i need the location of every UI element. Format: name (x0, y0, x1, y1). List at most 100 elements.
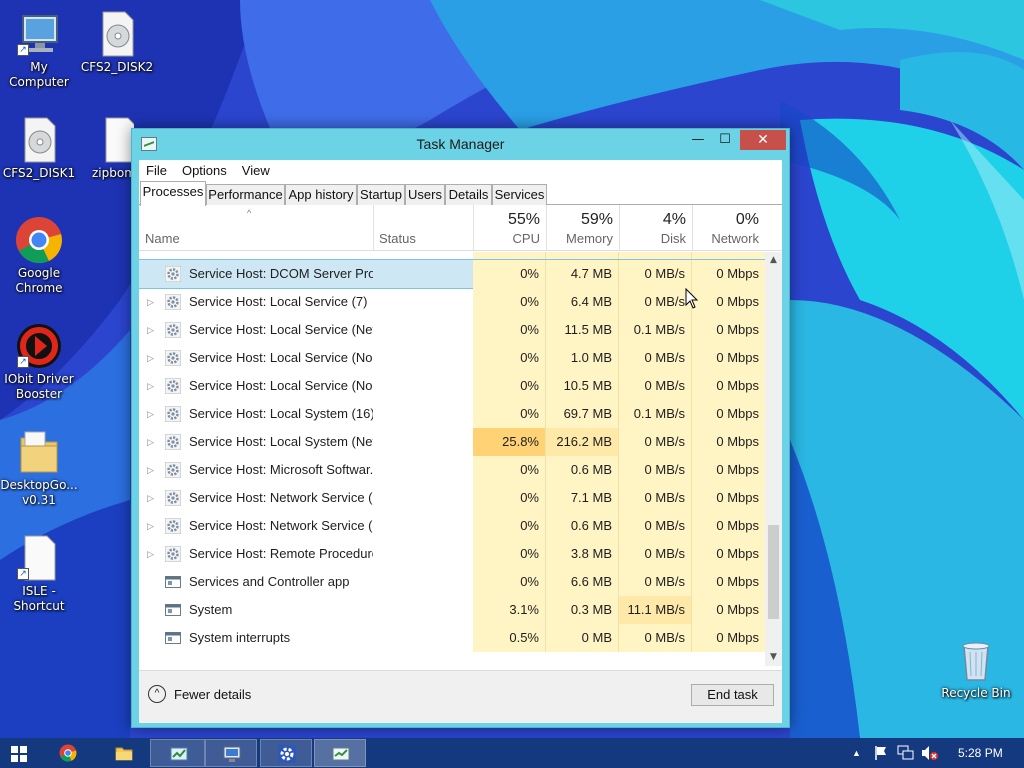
clock[interactable]: 5:28 PM (958, 738, 1008, 768)
table-row[interactable]: ▷ Service Host: Local System (Net... 25.8%… (139, 428, 765, 456)
taskbar-chrome[interactable] (40, 739, 95, 767)
column-memory[interactable]: 59% Memory (546, 205, 619, 251)
service-gear-icon (165, 546, 181, 562)
process-list[interactable]: ▷Service Host: DCOM Server Proc...0%4.7 … (139, 252, 765, 666)
process-network: 0 Mbps (692, 596, 765, 624)
process-disk: 0 MB/s (619, 568, 692, 596)
desktop-icon-zipbom[interactable]: zipbom (78, 116, 134, 181)
table-row[interactable]: ▷ Service Host: Local Service (No ... 0% 10… (139, 372, 765, 400)
process-network: 0 Mbps (692, 484, 765, 512)
taskbar-task-manager[interactable] (314, 739, 366, 767)
process-memory: 0.6 MB (546, 456, 619, 484)
column-disk[interactable]: 4% Disk (619, 205, 692, 251)
process-disk: 0 MB/s (619, 456, 692, 484)
table-row[interactable]: ▷ Service Host: Local Service (No I... 0% 1… (139, 344, 765, 372)
desktop-icon-desktopgo[interactable]: DesktopGo... v0.31 (0, 428, 78, 508)
task-manager-window[interactable]: Task Manager — ☐ ✕ File Options View Pro… (131, 128, 790, 728)
desktop-icon-iobit-driver-booster[interactable]: ↗ IObit Driver Booster (0, 322, 78, 402)
desktop-icon-label: Google Chrome (15, 266, 63, 295)
table-row[interactable]: ▷ Service Host: Local Service (7) 0% 6.4 MB… (139, 288, 765, 316)
menu-view[interactable]: View (242, 163, 270, 178)
process-disk: 0 MB/s (619, 288, 692, 316)
process-network: 0 Mbps (692, 316, 765, 344)
desktop-icon-label: Recycle Bin (941, 686, 1011, 700)
table-row[interactable]: ▷ Service Host: Network Service (... 0% 0.6… (139, 512, 765, 540)
settings-icon (278, 745, 296, 763)
process-network: 0 Mbps (692, 512, 765, 540)
desktop-icon-label: CFS2_DISK2 (80, 60, 154, 74)
table-row[interactable]: ▷ Service Host: Local Service (Net... 0% 11… (139, 316, 765, 344)
taskbar-settings[interactable] (260, 739, 312, 767)
desktop-icon-cfs2-disk1[interactable]: CFS2_DISK1 (0, 116, 78, 181)
chrome-icon (15, 216, 63, 264)
scroll-up-arrow-icon[interactable]: ▲ (765, 252, 782, 269)
desktop-icon-google-chrome[interactable]: Google Chrome (0, 216, 78, 296)
column-cpu-label: CPU (512, 231, 540, 246)
column-cpu[interactable]: 55% CPU (473, 205, 546, 251)
service-gear-icon (165, 322, 181, 338)
column-status[interactable]: Status (373, 205, 473, 251)
tab-services[interactable]: Services (492, 184, 547, 205)
process-memory: 0 MB (546, 624, 619, 652)
table-row[interactable]: System interrupts 0.5% 0 MB 0 MB/s 0 Mbps (139, 624, 765, 652)
table-row-partial[interactable] (139, 252, 765, 260)
tab-startup[interactable]: Startup (357, 184, 405, 205)
action-center-flag-icon[interactable] (874, 745, 888, 761)
recycle-bin-icon (952, 636, 1000, 684)
tab-processes[interactable]: Processes (140, 181, 206, 206)
process-network: 0 Mbps (692, 456, 765, 484)
process-memory: 69.7 MB (546, 400, 619, 428)
taskbar-remote-desktop[interactable] (205, 739, 257, 767)
scrollbar-thumb[interactable] (768, 525, 779, 619)
process-cpu: 0% (473, 540, 546, 568)
tab-performance[interactable]: Performance (206, 184, 285, 205)
tab-details[interactable]: Details (445, 184, 492, 205)
driver-booster-icon: ↗ (15, 322, 63, 370)
show-hidden-icons-chevron-icon[interactable]: ▲ (852, 738, 864, 768)
process-network: 0 Mbps (692, 540, 765, 568)
menu-file[interactable]: File (146, 163, 167, 178)
process-disk: 11.1 MB/s (619, 596, 692, 624)
process-network: 0 Mbps (692, 400, 765, 428)
table-row[interactable]: ▷ Service Host: Network Service (5) 0% 7.1 … (139, 484, 765, 512)
table-row[interactable]: ▷ Service Host: Remote Procedure... 0% 3.8 … (139, 540, 765, 568)
table-row[interactable]: System 3.1% 0.3 MB 11.1 MB/s 0 Mbps (139, 596, 765, 624)
service-gear-icon (165, 350, 181, 366)
process-disk: 0.1 MB/s (619, 316, 692, 344)
desktop-icon-cfs2-disk2[interactable]: CFS2_DISK2 (78, 10, 156, 75)
scroll-down-arrow-icon[interactable]: ▼ (765, 649, 782, 666)
minimize-button[interactable]: — (685, 130, 711, 150)
close-button[interactable]: ✕ (740, 130, 786, 150)
desktop-icon-my-computer[interactable]: ↗ My Computer (0, 10, 78, 90)
process-cpu: 0% (473, 372, 546, 400)
menu-options[interactable]: Options (182, 163, 227, 178)
taskbar-control-panel[interactable] (150, 739, 205, 767)
process-disk: 0 MB/s (619, 428, 692, 456)
column-name[interactable]: ^ Name (139, 205, 373, 251)
table-row[interactable]: ▷Service Host: DCOM Server Proc...0%4.7 … (139, 259, 765, 289)
network-icon[interactable] (897, 745, 915, 761)
taskbar-file-explorer[interactable] (96, 739, 151, 767)
process-status (373, 372, 473, 400)
service-gear-icon (165, 490, 181, 506)
process-cpu: 0% (473, 316, 546, 344)
title-bar[interactable]: Task Manager — ☐ ✕ (132, 129, 789, 160)
volume-muted-icon[interactable] (921, 745, 939, 761)
tab-users[interactable]: Users (405, 184, 445, 205)
column-network[interactable]: 0% Network (692, 205, 765, 251)
table-row[interactable]: ▷ Service Host: Microsoft Softwar... 0% 0.6… (139, 456, 765, 484)
desktop-icon-recycle-bin[interactable]: Recycle Bin (936, 636, 1016, 701)
tab-app-history[interactable]: App history (285, 184, 357, 205)
network-total-percent: 0% (735, 211, 759, 228)
process-network: 0 Mbps (692, 428, 765, 456)
desktop-icon-isle-shortcut[interactable]: ↗ ISLE - Shortcut (0, 534, 78, 614)
table-row[interactable]: ▷ Service Host: Local System (16) 0% 69.7 M… (139, 400, 765, 428)
start-button[interactable] (0, 739, 38, 767)
maximize-button[interactable]: ☐ (712, 130, 738, 150)
end-task-button[interactable]: End task (691, 684, 774, 706)
table-row[interactable]: Services and Controller app 0% 6.6 MB 0 MB/… (139, 568, 765, 596)
process-memory: 1.0 MB (546, 344, 619, 372)
fewer-details-button[interactable]: ^ Fewer details (148, 685, 251, 703)
vertical-scrollbar[interactable]: ▲ ▼ (765, 252, 782, 666)
process-cpu: 0.5% (473, 624, 546, 652)
